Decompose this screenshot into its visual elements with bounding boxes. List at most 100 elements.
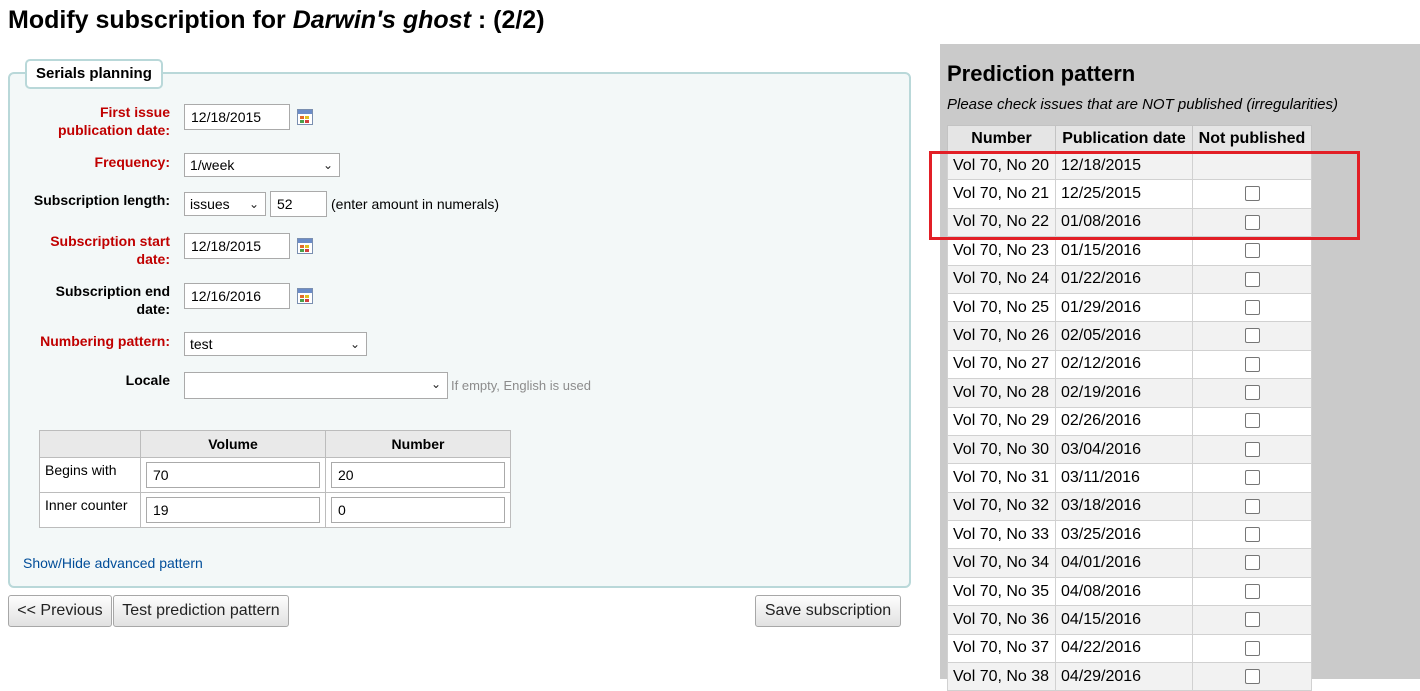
issue-number: Vol 70, No 20 — [947, 150, 1056, 181]
publication-date: 04/22/2016 — [1055, 633, 1193, 664]
not-published-checkbox[interactable] — [1244, 583, 1260, 599]
table-row: Inner counter 19 0 — [39, 492, 511, 528]
inner-volume-input[interactable]: 19 — [146, 497, 320, 523]
not-published-cell — [1192, 264, 1312, 294]
publication-date: 03/11/2016 — [1055, 463, 1193, 493]
not-published-checkbox[interactable] — [1244, 299, 1260, 315]
not-published-checkbox[interactable] — [1244, 214, 1260, 230]
length-note: (enter amount in numerals) — [331, 196, 500, 212]
table-row: Vol 70, No 24 01/22/2016 — [947, 264, 1312, 294]
not-published-cell — [1192, 292, 1312, 323]
issue-number: Vol 70, No 31 — [947, 463, 1056, 493]
table-row: Begins with 70 20 — [39, 457, 511, 493]
not-published-checkbox[interactable] — [1244, 498, 1260, 514]
calendar-icon[interactable] — [297, 238, 313, 254]
header-publication-date: Publication date — [1055, 125, 1193, 152]
publication-date: 04/29/2016 — [1055, 662, 1193, 691]
header-number: Number — [947, 125, 1056, 152]
not-published-checkbox[interactable] — [1244, 243, 1260, 259]
publication-date: 03/04/2016 — [1055, 434, 1193, 465]
table-row: Vol 70, No 32 03/18/2016 — [947, 491, 1312, 522]
begins-volume-input[interactable]: 70 — [146, 462, 320, 488]
table-row: Vol 70, No 20 12/18/2015 — [947, 150, 1312, 181]
table-row: Vol 70, No 22 01/08/2016 — [947, 207, 1312, 238]
issue-number: Vol 70, No 22 — [947, 207, 1056, 238]
numbering-pattern-select[interactable]: test ⌄ — [184, 332, 367, 356]
publication-date: 02/05/2016 — [1055, 321, 1193, 351]
publication-date: 01/22/2016 — [1055, 264, 1193, 294]
issue-number: Vol 70, No 35 — [947, 576, 1056, 607]
not-published-cell — [1192, 378, 1312, 408]
begins-number-input[interactable]: 20 — [331, 462, 505, 488]
issue-number: Vol 70, No 21 — [947, 179, 1056, 209]
not-published-cell — [1192, 406, 1312, 436]
not-published-cell — [1192, 349, 1312, 380]
pattern-header-blank — [39, 430, 141, 458]
advanced-pattern-link[interactable]: Show/Hide advanced pattern — [23, 555, 203, 571]
serials-planning-legend: Serials planning — [25, 59, 163, 89]
length-unit-select[interactable]: issues ⌄ — [184, 192, 266, 216]
issue-number: Vol 70, No 33 — [947, 520, 1056, 550]
frequency-select[interactable]: 1/week ⌄ — [184, 153, 340, 177]
publication-date: 04/08/2016 — [1055, 576, 1193, 607]
pattern-header-volume: Volume — [140, 430, 326, 458]
publication-date: 03/25/2016 — [1055, 520, 1193, 550]
locale-hint: If empty, English is used — [451, 378, 591, 393]
page-title: Modify subscription for Darwin's ghost :… — [8, 6, 545, 34]
not-published-cell — [1192, 150, 1312, 181]
table-row: Vol 70, No 37 04/22/2016 — [947, 633, 1312, 664]
header-not-published: Not published — [1192, 125, 1312, 152]
not-published-checkbox[interactable] — [1244, 555, 1260, 571]
not-published-checkbox[interactable] — [1244, 271, 1260, 287]
issue-number: Vol 70, No 28 — [947, 378, 1056, 408]
not-published-cell — [1192, 179, 1312, 209]
not-published-checkbox[interactable] — [1244, 385, 1260, 401]
subscription-length-label: Subscription length: — [33, 192, 170, 208]
not-published-cell — [1192, 605, 1312, 635]
not-published-checkbox[interactable] — [1244, 527, 1260, 543]
publication-date: 04/01/2016 — [1055, 548, 1193, 578]
not-published-cell — [1192, 662, 1312, 691]
table-row: Vol 70, No 30 03/04/2016 — [947, 434, 1312, 465]
issue-number: Vol 70, No 27 — [947, 349, 1056, 380]
locale-select[interactable]: ⌄ — [184, 372, 448, 399]
not-published-checkbox[interactable] — [1244, 441, 1260, 457]
subscription-length-input[interactable]: 52 — [270, 191, 327, 217]
publication-date: 02/12/2016 — [1055, 349, 1193, 380]
not-published-checkbox[interactable] — [1244, 356, 1260, 372]
calendar-icon[interactable] — [297, 288, 313, 304]
issue-number: Vol 70, No 38 — [947, 662, 1056, 691]
inner-number-input[interactable]: 0 — [331, 497, 505, 523]
table-row: Vol 70, No 33 03/25/2016 — [947, 520, 1312, 550]
table-row: Vol 70, No 27 02/12/2016 — [947, 349, 1312, 380]
frequency-label: Frequency: — [94, 154, 170, 170]
chevron-down-icon: ⌄ — [430, 377, 441, 391]
save-subscription-button[interactable]: Save subscription — [755, 595, 901, 627]
locale-label: Locale — [125, 372, 170, 388]
not-published-checkbox[interactable] — [1244, 470, 1260, 486]
previous-button[interactable]: << Previous — [8, 595, 112, 627]
not-published-cell — [1192, 576, 1312, 607]
prediction-subtitle: Please check issues that are NOT publish… — [947, 96, 1339, 113]
end-date-input[interactable]: 12/16/2016 — [184, 283, 290, 309]
pattern-header-number: Number — [325, 430, 511, 458]
not-published-checkbox[interactable] — [1244, 186, 1260, 202]
publication-date: 02/26/2016 — [1055, 406, 1193, 436]
issue-number: Vol 70, No 26 — [947, 321, 1056, 351]
test-prediction-button[interactable]: Test prediction pattern — [113, 595, 289, 627]
start-date-input[interactable]: 12/18/2015 — [184, 233, 290, 259]
not-published-cell — [1192, 633, 1312, 664]
end-date-label: Subscription end date: — [55, 283, 170, 317]
calendar-icon[interactable] — [297, 109, 313, 125]
not-published-checkbox[interactable] — [1244, 413, 1260, 429]
table-row: Vol 70, No 28 02/19/2016 — [947, 378, 1312, 408]
subscription-title: Darwin's ghost — [292, 6, 471, 34]
issue-number: Vol 70, No 37 — [947, 633, 1056, 664]
not-published-cell — [1192, 463, 1312, 493]
not-published-checkbox[interactable] — [1244, 668, 1260, 684]
not-published-checkbox[interactable] — [1244, 328, 1260, 344]
chevron-down-icon: ⌄ — [349, 337, 360, 351]
first-issue-date-input[interactable]: 12/18/2015 — [184, 104, 290, 130]
not-published-checkbox[interactable] — [1244, 612, 1260, 628]
not-published-checkbox[interactable] — [1244, 640, 1260, 656]
